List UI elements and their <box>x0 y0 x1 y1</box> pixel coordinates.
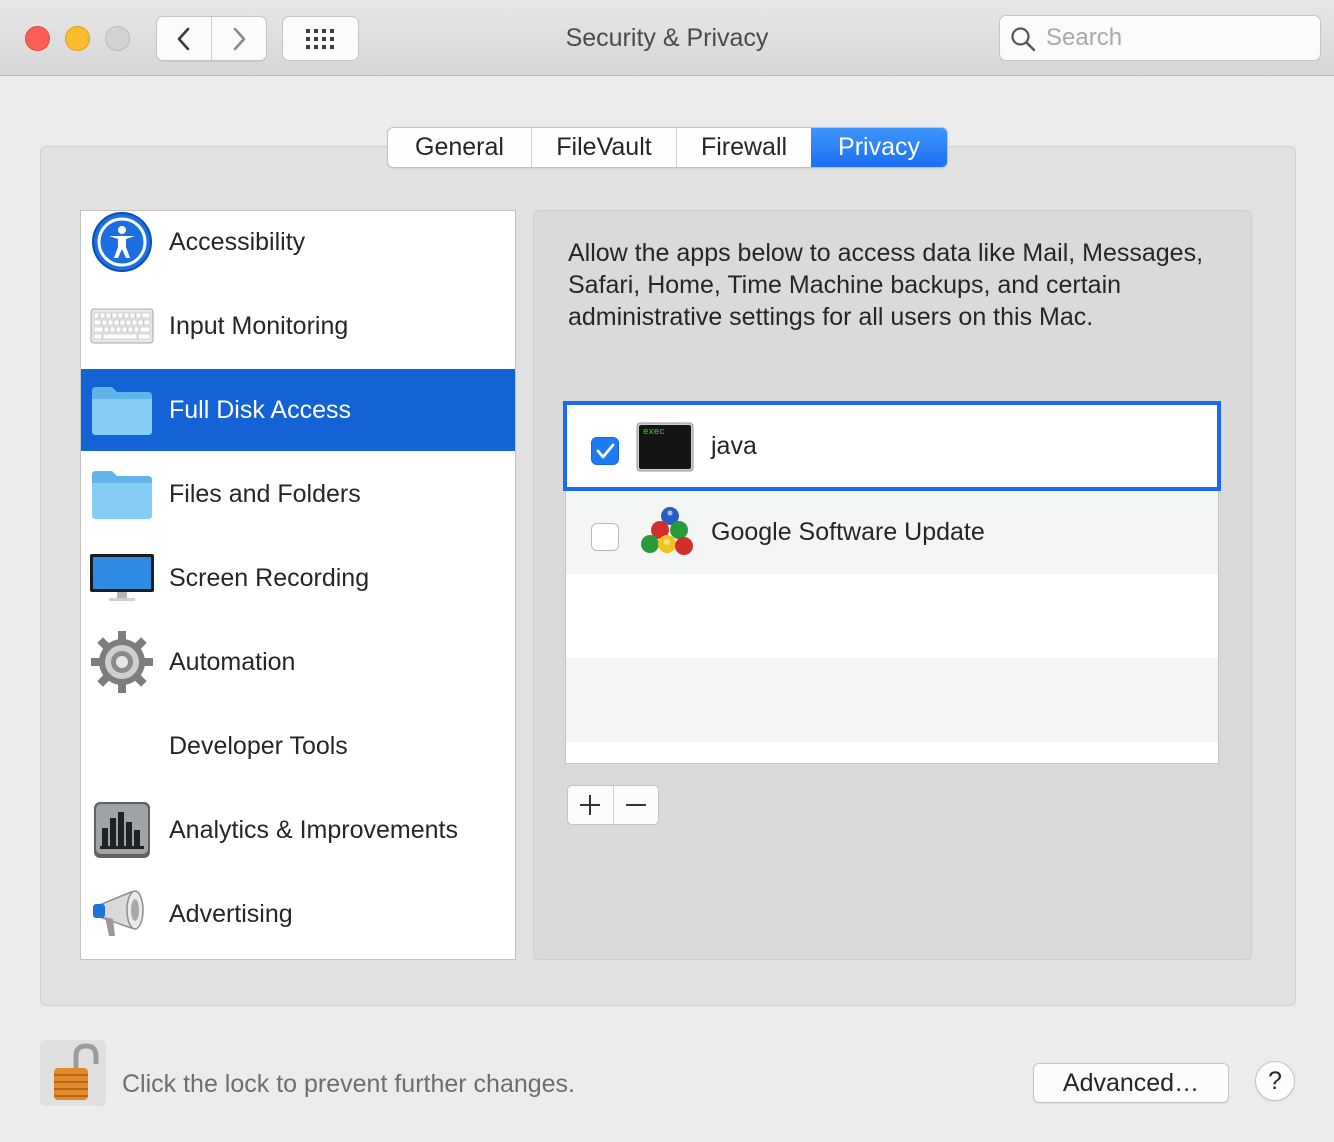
app-checkbox[interactable] <box>591 437 619 465</box>
sidebar-item-label: Advertising <box>169 899 293 928</box>
app-name: Google Software Update <box>711 518 985 546</box>
lock-button[interactable] <box>40 1040 106 1106</box>
analytics-icon <box>89 797 155 863</box>
lock-message: Click the lock to prevent further change… <box>122 1070 576 1098</box>
folder-icon <box>89 461 155 527</box>
sidebar-item-automation[interactable]: Automation <box>81 621 515 703</box>
zoom-window-button[interactable] <box>105 26 130 51</box>
minus-icon <box>625 804 646 806</box>
app-list[interactable]: exec java Google Software Update <box>563 401 1221 764</box>
tab-bar: General FileVault Firewall Privacy <box>387 127 948 168</box>
tab-filevault[interactable]: FileVault <box>531 128 676 167</box>
tab-general[interactable]: General <box>388 128 531 167</box>
display-icon <box>89 545 155 611</box>
advanced-button[interactable]: Advanced… <box>1033 1063 1229 1103</box>
app-checkbox[interactable] <box>591 523 619 551</box>
terminal-label: exec <box>643 427 665 437</box>
app-row-google-software-update[interactable]: Google Software Update <box>566 490 1218 574</box>
sidebar-item-developer-tools[interactable]: Developer Tools <box>81 705 515 787</box>
search-input[interactable] <box>1046 22 1308 54</box>
sidebar-item-input-monitoring[interactable]: Input Monitoring <box>81 285 515 367</box>
chevron-right-icon <box>233 27 246 50</box>
search-icon <box>1011 27 1036 52</box>
sidebar-item-screen-recording[interactable]: Screen Recording <box>81 537 515 619</box>
add-remove-buttons <box>567 785 659 825</box>
sidebar-item-files-and-folders[interactable]: Files and Folders <box>81 453 515 535</box>
sidebar-item-analytics-improvements[interactable]: Analytics & Improvements <box>81 789 515 871</box>
sidebar-item-full-disk-access[interactable]: Full Disk Access <box>81 369 515 451</box>
sidebar-item-label: Accessibility <box>169 227 306 256</box>
window-title: Security & Privacy <box>565 24 769 52</box>
sidebar-item-label: Files and Folders <box>169 479 361 508</box>
grid-icon <box>305 28 334 49</box>
privacy-category-list[interactable]: Accessibility Input Monitoring Full Disk <box>80 210 516 960</box>
chevron-left-icon <box>177 27 190 50</box>
gear-icon <box>89 629 155 695</box>
list-item <box>566 574 1218 658</box>
title-bar: Security & Privacy <box>0 0 1334 76</box>
show-all-button[interactable] <box>282 16 359 61</box>
unlocked-padlock-icon <box>54 1043 99 1100</box>
terminal-exec-icon: exec <box>636 422 694 472</box>
forward-button[interactable] <box>211 17 266 60</box>
folder-icon <box>89 377 155 443</box>
sidebar-item-label: Developer Tools <box>169 731 348 760</box>
add-app-button[interactable] <box>568 786 613 824</box>
tab-firewall[interactable]: Firewall <box>676 128 811 167</box>
plus-icon <box>580 795 601 815</box>
checkmark-icon <box>596 443 615 459</box>
sidebar-item-label: Full Disk Access <box>169 395 351 424</box>
navigation-buttons <box>156 16 267 61</box>
sidebar-item-label: Screen Recording <box>169 563 370 592</box>
description-text: Allow the apps below to access data like… <box>568 239 1204 331</box>
search-field[interactable] <box>999 15 1321 61</box>
minimize-window-button[interactable] <box>65 26 90 51</box>
help-button[interactable]: ? <box>1255 1061 1295 1101</box>
app-name: java <box>711 432 757 460</box>
app-row-java[interactable]: exec java <box>563 401 1221 491</box>
sidebar-item-label: Input Monitoring <box>169 311 349 340</box>
sidebar-item-label: Automation <box>169 647 296 676</box>
back-button[interactable] <box>157 17 211 60</box>
google-software-update-icon <box>636 507 694 558</box>
sidebar-item-accessibility[interactable]: Accessibility <box>81 201 515 283</box>
keyboard-icon <box>89 293 155 359</box>
remove-app-button[interactable] <box>612 786 659 824</box>
sidebar-item-label: Analytics & Improvements <box>169 815 458 844</box>
megaphone-icon <box>89 881 155 947</box>
close-window-button[interactable] <box>25 26 50 51</box>
sidebar-item-advertising[interactable]: Advertising <box>81 873 515 955</box>
tab-privacy[interactable]: Privacy <box>811 128 947 167</box>
accessibility-icon <box>89 209 155 275</box>
list-item <box>566 658 1218 742</box>
